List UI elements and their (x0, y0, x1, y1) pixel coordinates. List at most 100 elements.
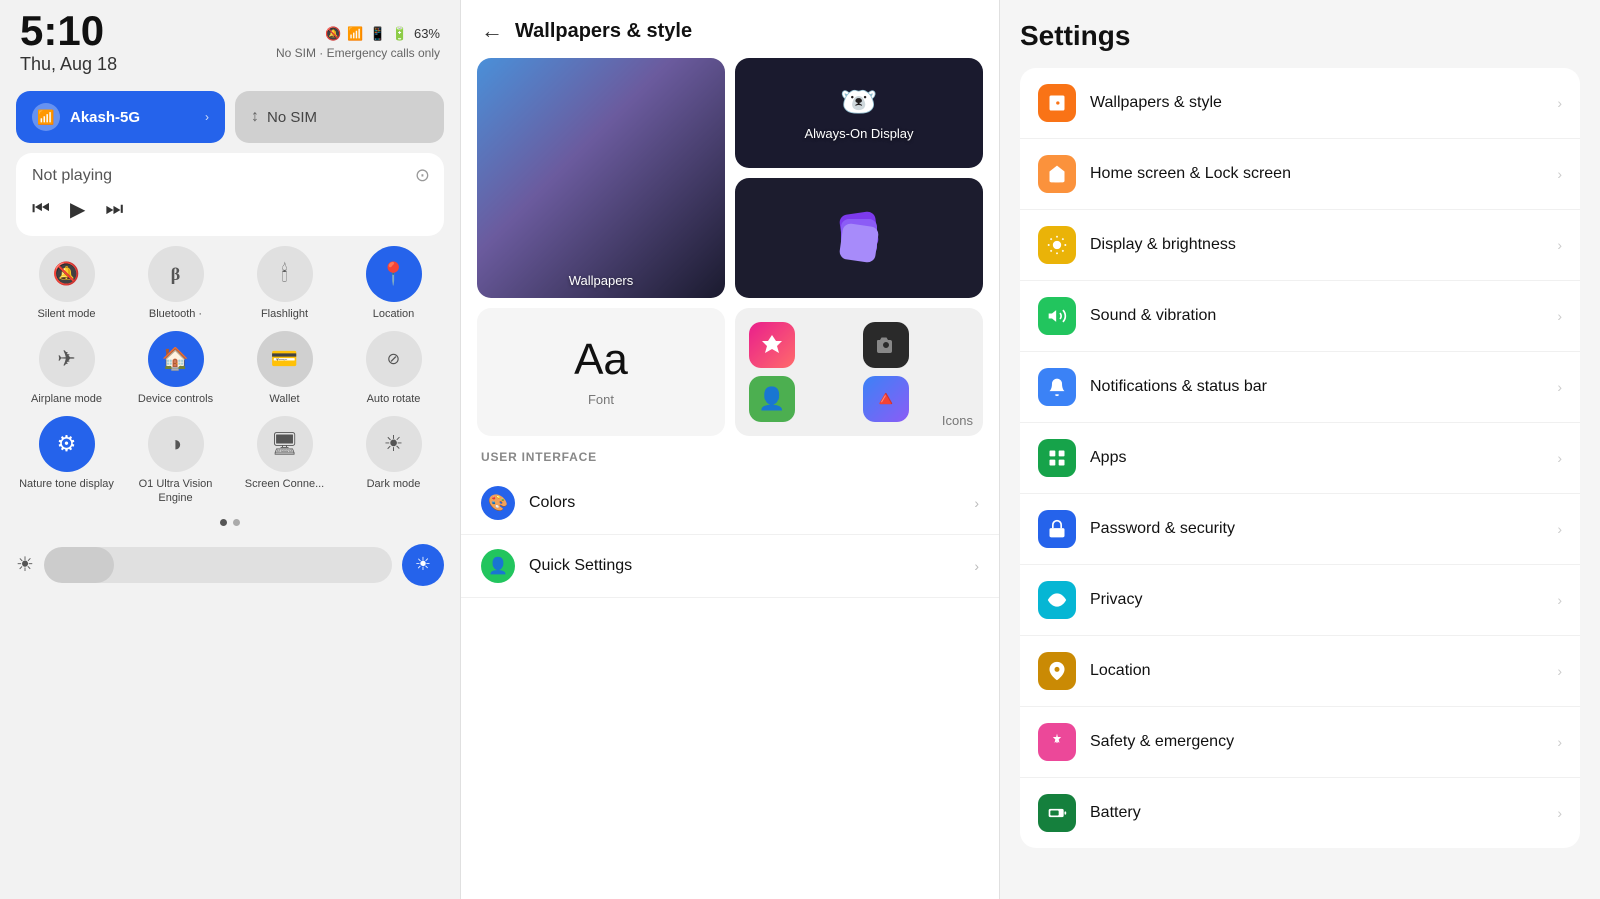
location-label: Location (373, 308, 415, 321)
toggle-bluetooth[interactable]: β Bluetooth · (125, 246, 226, 321)
settings-apps-item[interactable]: Apps › (1020, 423, 1580, 494)
media-next-button[interactable]: ⏭ (105, 198, 123, 221)
wallpapers-settings-icon (1038, 84, 1076, 122)
media-options-icon[interactable]: ⊙ (415, 165, 430, 186)
media-status: Not playing (32, 167, 428, 185)
wallpaper-header: ← Wallpapers & style (461, 0, 999, 58)
battery-settings-icon (1038, 794, 1076, 832)
settings-homescreen-item[interactable]: Home screen & Lock screen › (1020, 139, 1580, 210)
location-chevron-icon: › (1557, 663, 1562, 679)
themes-preview (735, 178, 983, 298)
sim-button[interactable]: ↕ No SIM (235, 91, 444, 143)
settings-panel: Settings Wallpapers & style › Home scree… (1000, 0, 1600, 899)
sim-bars-icon: ↕ (251, 108, 259, 126)
page-dots (16, 519, 444, 526)
font-card-label: Font (588, 392, 614, 407)
toggle-location[interactable]: 📍 Location (343, 246, 444, 321)
settings-display-item[interactable]: Display & brightness › (1020, 210, 1580, 281)
quick-settings-icon: 👤 (481, 549, 515, 583)
wallpapers-chevron-icon: › (1557, 95, 1562, 111)
toggle-grid-row3: ⚙ Nature tone display ◑ O1 Ultra Vision … (16, 416, 444, 504)
back-button[interactable]: ← (481, 18, 503, 44)
nature-tone-label: Nature tone display (19, 478, 114, 491)
settings-battery-item[interactable]: Battery › (1020, 778, 1580, 848)
toggle-o1-ultra[interactable]: ◑ O1 Ultra Vision Engine (125, 416, 226, 504)
apps-icon (1038, 439, 1076, 477)
wallpaper-panel-title: Wallpapers & style (515, 20, 692, 43)
settings-privacy-item[interactable]: Privacy › (1020, 565, 1580, 636)
bluetooth-icon: β (148, 246, 204, 302)
colors-chevron-icon: › (974, 495, 979, 511)
toggle-screen-connect[interactable]: 🖥 Screen Conne... (234, 416, 335, 504)
toggle-dark-mode[interactable]: ☀ Dark mode (343, 416, 444, 504)
settings-wallpapers-item[interactable]: Wallpapers & style › (1020, 68, 1580, 139)
wifi-icon: 📶 (347, 26, 363, 42)
network-row: 📶 Akash-5G › ↕ No SIM (16, 91, 444, 143)
media-card: ⊙ Not playing ⏮ ▶ ⏭ (16, 153, 444, 236)
toggle-grid-row1: 🔕 Silent mode β Bluetooth · 🕯 Flashlight… (16, 246, 444, 321)
colors-icon: 🎨 (481, 486, 515, 520)
location-icon: 📍 (366, 246, 422, 302)
sound-icon (1038, 297, 1076, 335)
toggle-flashlight[interactable]: 🕯 Flashlight (234, 246, 335, 321)
wifi-button[interactable]: 📶 Akash-5G › (16, 91, 225, 143)
wifi-chevron-icon: › (205, 110, 209, 124)
flashlight-label: Flashlight (261, 308, 308, 321)
toggle-device-controls[interactable]: 🏠 Device controls (125, 331, 226, 406)
status-top-icons: 🔕 📶 📱 🔋 63% (325, 26, 440, 42)
wallpaper-grid: Wallpapers 🐻‍❄️ Always-On Display (461, 58, 999, 298)
quick-settings-item[interactable]: 👤 Quick Settings › (461, 535, 999, 598)
wifi-label: Akash-5G (70, 109, 140, 126)
brightness-slider[interactable] (44, 547, 392, 583)
notifications-label: Notifications & status bar (1090, 378, 1543, 396)
settings-sound-item[interactable]: Sound & vibration › (1020, 281, 1580, 352)
toggle-nature-tone[interactable]: ⚙ Nature tone display (16, 416, 117, 504)
settings-notifications-item[interactable]: Notifications & status bar › (1020, 352, 1580, 423)
themes-card[interactable] (735, 178, 983, 298)
app-icon-contacts: 👤 (749, 376, 795, 422)
font-card[interactable]: Aa Font (477, 308, 725, 436)
font-preview-text: Aa (574, 338, 628, 382)
wallpapers-card[interactable]: Wallpapers (477, 58, 725, 298)
toggle-wallet[interactable]: 💳 Wallet (234, 331, 335, 406)
colors-item[interactable]: 🎨 Colors › (461, 472, 999, 535)
settings-title: Settings (1020, 20, 1580, 52)
password-chevron-icon: › (1557, 521, 1562, 537)
sim-icon: 📱 (370, 26, 386, 42)
brightness-fill (44, 547, 114, 583)
auto-rotate-label: Auto rotate (367, 393, 421, 406)
wallpaper-preview: Wallpapers (477, 58, 725, 298)
privacy-chevron-icon: › (1557, 592, 1562, 608)
media-prev-button[interactable]: ⏮ (32, 198, 50, 221)
settings-safety-item[interactable]: Safety & emergency › (1020, 707, 1580, 778)
polar-bear-icon: 🐻‍❄️ (840, 85, 877, 120)
brightness-row: ☀ ☀ (16, 540, 444, 590)
display-icon (1038, 226, 1076, 264)
silent-mode-icon: 🔕 (39, 246, 95, 302)
settings-list-card: Wallpapers & style › Home screen & Lock … (1020, 68, 1580, 848)
themes-layers-icon (834, 213, 884, 263)
settings-location-item[interactable]: Location › (1020, 636, 1580, 707)
media-play-button[interactable]: ▶ (70, 197, 85, 222)
icons-card[interactable]: 👤 🔺 Icons (735, 308, 983, 436)
battery-icon: 🔋 (392, 26, 408, 42)
app-icon-camera (863, 322, 909, 368)
toggle-auto-rotate[interactable]: ⊘ Auto rotate (343, 331, 444, 406)
toggle-silent-mode[interactable]: 🔕 Silent mode (16, 246, 117, 321)
media-controls: ⏮ ▶ ⏭ (32, 197, 428, 222)
aod-card[interactable]: 🐻‍❄️ Always-On Display (735, 58, 983, 168)
brightness-settings-button[interactable]: ☀ (402, 544, 444, 586)
notifications-icon (1038, 368, 1076, 406)
password-icon (1038, 510, 1076, 548)
settings-password-item[interactable]: Password & security › (1020, 494, 1580, 565)
device-controls-icon: 🏠 (148, 331, 204, 387)
homescreen-chevron-icon: › (1557, 166, 1562, 182)
privacy-label: Privacy (1090, 591, 1543, 609)
flashlight-icon: 🕯 (257, 246, 313, 302)
toggle-airplane[interactable]: ✈ Airplane mode (16, 331, 117, 406)
user-interface-section-label: USER INTERFACE (461, 436, 999, 472)
location-settings-icon (1038, 652, 1076, 690)
dot-2 (233, 519, 240, 526)
quick-settings-chevron-icon: › (974, 558, 979, 574)
device-controls-label: Device controls (138, 393, 213, 406)
